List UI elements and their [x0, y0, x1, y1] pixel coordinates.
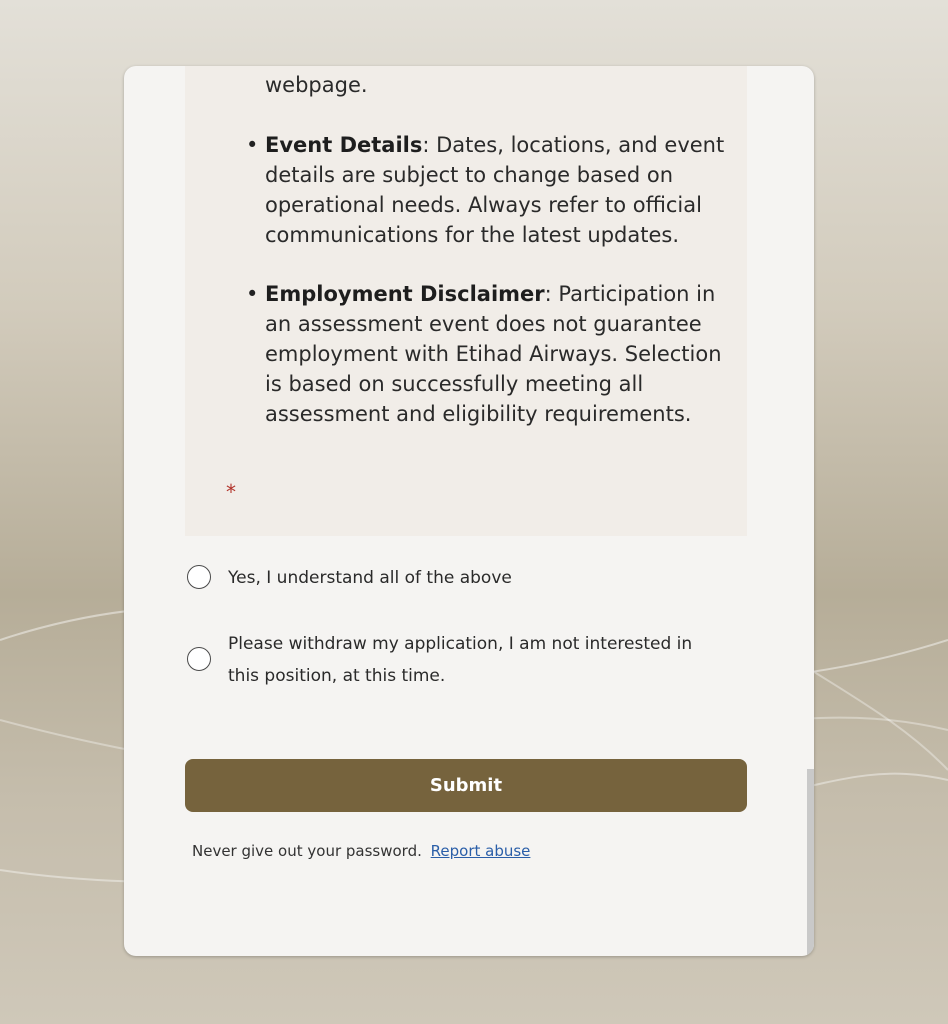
submit-button[interactable]: Submit: [185, 759, 747, 812]
radio-button-withdraw[interactable]: [187, 647, 211, 671]
form-card: webpage. • Event Details: Dates, locatio…: [124, 66, 814, 956]
disclaimer-panel: webpage. • Event Details: Dates, locatio…: [185, 66, 747, 536]
report-abuse-link[interactable]: Report abuse: [431, 842, 531, 860]
bullet-employment-disclaimer: • Employment Disclaimer: Participation i…: [246, 279, 725, 429]
bullet-event-details: • Event Details: Dates, locations, and e…: [246, 130, 725, 250]
intro-tail-text: webpage.: [265, 73, 368, 97]
scrollbar-thumb[interactable]: [807, 769, 814, 955]
radio-button-understand[interactable]: [187, 565, 211, 589]
bullet-title: Employment Disclaimer: [265, 282, 545, 306]
option-understand[interactable]: Yes, I understand all of the above: [187, 562, 707, 594]
required-marker: *: [226, 480, 236, 504]
password-notice: Never give out your password.: [192, 842, 422, 860]
bullet-title: Event Details: [265, 133, 423, 157]
option-label[interactable]: Yes, I understand all of the above: [228, 562, 708, 594]
bullet-dot-icon: •: [246, 133, 259, 157]
footer: Never give out your password. Report abu…: [192, 840, 530, 862]
bullet-dot-icon: •: [246, 282, 259, 306]
option-withdraw[interactable]: Please withdraw my application, I am not…: [187, 628, 707, 692]
option-label[interactable]: Please withdraw my application, I am not…: [228, 628, 708, 692]
